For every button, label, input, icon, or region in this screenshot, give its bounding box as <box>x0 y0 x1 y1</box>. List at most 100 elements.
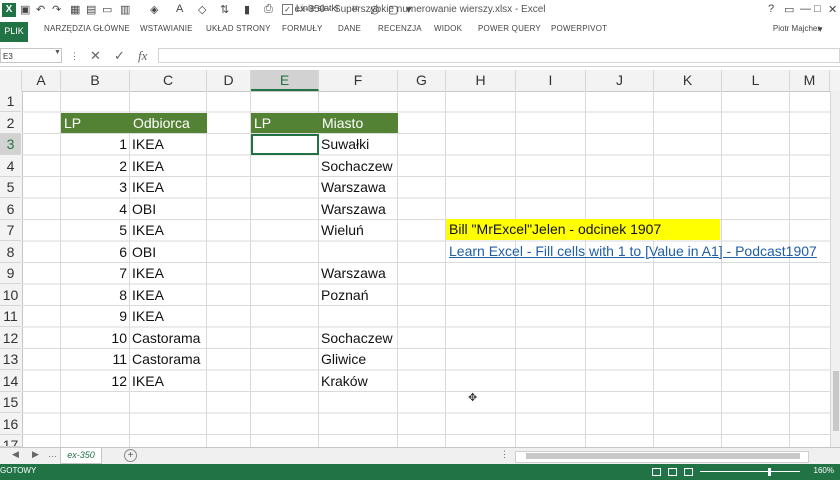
tab-split-handle-icon[interactable]: ⋮ <box>500 449 509 460</box>
row-header[interactable]: 14 <box>0 371 21 392</box>
cell-lp[interactable]: 4 <box>61 199 130 220</box>
row-header[interactable]: 11 <box>0 306 21 327</box>
tab-home[interactable]: NARZĘDZIA GŁÓWNE <box>44 24 130 33</box>
sheet-tab-active[interactable]: ex-350 <box>60 448 102 464</box>
cell-miasto[interactable]: Sochaczew <box>321 328 393 349</box>
name-box-dropdown-icon[interactable]: ▼ <box>54 49 61 56</box>
row-header[interactable]: 2 <box>0 113 21 134</box>
row-header[interactable]: 9 <box>0 263 21 284</box>
cell-miasto[interactable]: Suwałki <box>321 134 369 155</box>
row-header[interactable]: 17 <box>0 435 21 447</box>
cell-lp[interactable]: 8 <box>61 285 130 306</box>
formula-input[interactable] <box>158 48 840 63</box>
podcast-hyperlink[interactable]: Learn Excel - Fill cells with 1 to [Valu… <box>449 241 817 262</box>
column-header[interactable]: B <box>61 70 130 91</box>
header-miasto[interactable]: Miasto <box>319 113 398 133</box>
cell-odbiorca[interactable]: IKEA <box>132 220 164 241</box>
vertical-scrollbar-thumb[interactable] <box>833 371 839 431</box>
header-lp[interactable]: LP <box>251 113 319 133</box>
page-layout-view-icon[interactable] <box>668 468 677 476</box>
cell-lp[interactable]: 7 <box>61 263 130 284</box>
active-cell-e3[interactable] <box>251 134 319 155</box>
row-header[interactable]: 12 <box>0 328 21 349</box>
header-lp[interactable]: LP <box>61 113 130 133</box>
cell-lp[interactable]: 6 <box>61 242 130 263</box>
cell-odbiorca[interactable]: IKEA <box>132 156 164 177</box>
cell-miasto[interactable]: Wieluń <box>321 220 364 241</box>
tab-insert[interactable]: WSTAWIANIE <box>140 24 193 33</box>
horizontal-scrollbar-thumb[interactable] <box>526 453 800 459</box>
tab-page-layout[interactable]: UKŁAD STRONY <box>206 24 271 33</box>
cell-miasto[interactable]: Warszawa <box>321 177 386 198</box>
user-name[interactable]: Piotr Majcher <box>773 24 820 33</box>
tab-formulas[interactable]: FORMUŁY <box>282 24 323 33</box>
tab-powerpivot[interactable]: POWERPIVOT <box>551 24 607 33</box>
cell-grid[interactable]: LP Odbiorca LP Miasto 1 IKEA 2 IKEA 3 IK… <box>22 91 840 447</box>
maximize-icon[interactable]: □ <box>814 3 821 15</box>
more-sheets-icon[interactable]: … <box>48 449 57 459</box>
next-sheet-icon[interactable]: ▶ <box>32 449 39 460</box>
ribbon-display-icon[interactable]: ▭ <box>784 3 794 16</box>
cell-miasto[interactable]: Gliwice <box>321 349 366 370</box>
row-header[interactable]: 16 <box>0 414 21 435</box>
cancel-icon[interactable]: ✕ <box>90 48 101 64</box>
zoom-level[interactable]: 160% <box>814 466 834 475</box>
cell-lp[interactable]: 2 <box>61 156 130 177</box>
cell-lp[interactable]: 9 <box>61 306 130 327</box>
horizontal-scrollbar[interactable] <box>515 451 809 463</box>
cell-odbiorca[interactable]: IKEA <box>132 177 164 198</box>
add-sheet-icon[interactable]: + <box>124 449 137 462</box>
cell-odbiorca[interactable]: OBI <box>132 242 156 263</box>
column-header[interactable]: A <box>22 70 61 91</box>
column-header[interactable]: J <box>586 70 654 91</box>
column-header[interactable]: G <box>398 70 446 91</box>
row-header[interactable]: 4 <box>0 156 21 177</box>
minimize-icon[interactable]: — <box>800 3 811 15</box>
cell-miasto[interactable]: Poznań <box>321 285 368 306</box>
header-odbiorca[interactable]: Odbiorca <box>130 113 207 133</box>
help-icon[interactable]: ? <box>768 3 774 15</box>
tab-data[interactable]: DANE <box>338 24 361 33</box>
row-header[interactable]: 1 <box>0 91 21 112</box>
user-dropdown-icon[interactable]: ▾ <box>818 24 823 35</box>
bill-note-cell[interactable]: Bill "MrExcel"Jelen - odcinek 1907 <box>446 219 720 240</box>
tab-view[interactable]: WIDOK <box>434 24 462 33</box>
row-header[interactable]: 15 <box>0 392 21 413</box>
column-header[interactable]: L <box>722 70 790 91</box>
column-header[interactable]: C <box>130 70 207 91</box>
insert-function-icon[interactable]: fx <box>138 48 147 64</box>
cell-odbiorca[interactable]: IKEA <box>132 306 164 327</box>
cell-lp[interactable]: 3 <box>61 177 130 198</box>
cell-miasto[interactable]: Sochaczew <box>321 156 393 177</box>
normal-view-icon[interactable] <box>652 468 661 476</box>
cell-lp[interactable]: 11 <box>61 349 130 370</box>
tab-file[interactable]: PLIK <box>0 22 28 42</box>
confirm-icon[interactable]: ✓ <box>114 48 125 64</box>
row-header[interactable]: 5 <box>0 177 21 198</box>
cell-lp[interactable]: 10 <box>61 328 130 349</box>
tab-review[interactable]: RECENZJA <box>378 24 422 33</box>
column-header[interactable]: H <box>446 70 516 91</box>
vertical-scrollbar[interactable] <box>830 91 840 447</box>
column-header[interactable]: M <box>790 70 830 91</box>
cell-odbiorca[interactable]: OBI <box>132 199 156 220</box>
cell-odbiorca[interactable]: IKEA <box>132 263 164 284</box>
row-header[interactable]: 13 <box>0 349 21 370</box>
tab-power-query[interactable]: POWER QUERY <box>478 24 541 33</box>
zoom-slider-thumb[interactable] <box>768 468 771 476</box>
row-header[interactable]: 7 <box>0 220 21 241</box>
cell-miasto[interactable]: Warszawa <box>321 199 386 220</box>
column-header[interactable]: K <box>654 70 722 91</box>
cell-miasto[interactable]: Warszawa <box>321 263 386 284</box>
close-icon[interactable]: ✕ <box>828 3 837 16</box>
select-all-corner[interactable] <box>0 70 22 91</box>
column-header[interactable]: D <box>207 70 251 91</box>
row-header[interactable]: 6 <box>0 199 21 220</box>
page-break-view-icon[interactable] <box>684 468 693 476</box>
name-box[interactable]: E3 <box>0 48 62 63</box>
cell-odbiorca[interactable]: IKEA <box>132 285 164 306</box>
column-header-selected[interactable]: E <box>251 70 319 91</box>
previous-sheet-icon[interactable]: ◀ <box>12 449 19 460</box>
cell-lp[interactable]: 5 <box>61 220 130 241</box>
row-header-selected[interactable]: 3 <box>0 134 21 155</box>
